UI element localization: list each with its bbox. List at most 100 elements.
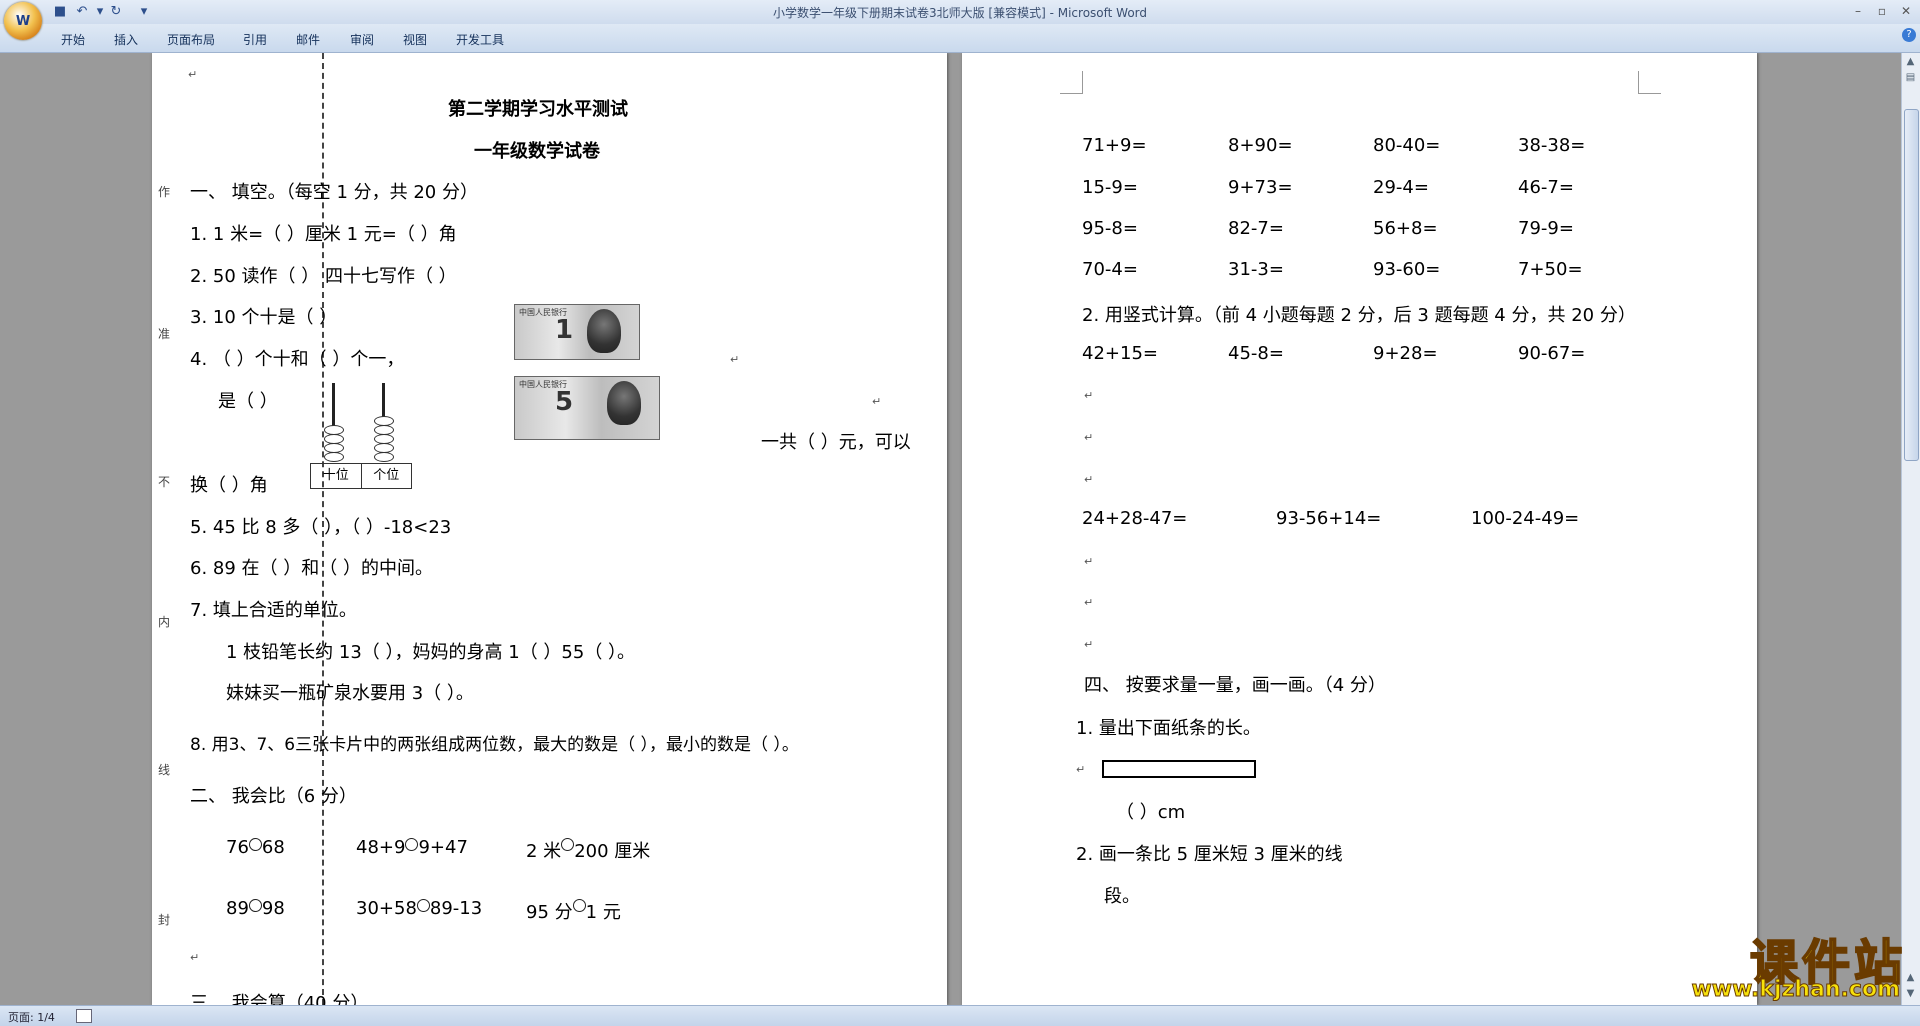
banknote-value: 5: [555, 387, 574, 417]
paragraph-mark-icon: ↵: [188, 68, 198, 81]
calc-item: 80-40=: [1373, 135, 1441, 156]
scroll-up-icon[interactable]: ▲: [1904, 55, 1917, 69]
question-text: 是（ ）: [218, 391, 278, 412]
calc-item: 7+50=: [1518, 259, 1583, 280]
status-bar: 页面: 1/4: [0, 1005, 1920, 1026]
calc-item: 15-9=: [1082, 177, 1138, 198]
question-text: 7. 填上合适的单位。: [190, 600, 357, 621]
abacus-bead: [324, 452, 344, 462]
question-text: 2. 用竖式计算。（前 4 小题每题 2 分，后 3 题每题 4 分，共 20 …: [1082, 305, 1636, 326]
compare-left: 95 分: [526, 902, 573, 923]
tab-review[interactable]: 审阅: [350, 31, 374, 48]
compare-circle[interactable]: [248, 899, 262, 912]
compare-circle[interactable]: [248, 838, 262, 851]
compare-right: 200 厘米: [574, 841, 651, 862]
restore-icon[interactable]: ▫: [1872, 3, 1892, 19]
compare-item: 95 分 1 元: [526, 898, 621, 924]
paragraph-mark-icon: ↵: [1084, 389, 1094, 402]
calc-item: 82-7=: [1228, 218, 1284, 239]
tab-insert[interactable]: 插入: [114, 31, 138, 48]
binding-label: 不: [158, 475, 171, 489]
compare-circle[interactable]: [572, 899, 586, 912]
proofing-icon[interactable]: [76, 1009, 92, 1023]
compare-item: 48+9 9+47: [356, 837, 468, 858]
calc-item: 38-38=: [1518, 135, 1586, 156]
margin-crop-mark: [1638, 71, 1661, 94]
page-subtitle: 一年级数学试卷: [474, 141, 600, 162]
office-button[interactable]: W: [4, 2, 42, 40]
compare-left: 48+9: [356, 837, 406, 858]
compare-left: 89: [226, 898, 249, 919]
abacus: 十位 个位: [310, 383, 412, 493]
calc-item: 56+8=: [1373, 218, 1438, 239]
paragraph-mark-icon: ↵: [1084, 555, 1094, 568]
compare-circle[interactable]: [416, 899, 430, 912]
question-text: 2. 画一条比 5 厘米短 3 厘米的线: [1076, 844, 1343, 865]
margin-crop-mark: [1060, 71, 1083, 94]
question-text: 妹妹买一瓶矿泉水要用 3（ ）。: [226, 683, 474, 704]
minimize-icon[interactable]: –: [1848, 3, 1868, 19]
compare-right: 1 元: [585, 902, 621, 923]
calc-item: 31-3=: [1228, 259, 1284, 280]
window-title: 小学数学一年级下册期末试卷3北师大版 [兼容模式] - Microsoft Wo…: [772, 6, 1148, 20]
tab-references[interactable]: 引用: [243, 31, 267, 48]
calc-item: 100-24-49=: [1471, 508, 1580, 529]
scroll-thumb[interactable]: [1904, 109, 1919, 461]
calc-item: 29-4=: [1373, 177, 1429, 198]
compare-circle[interactable]: [561, 838, 575, 851]
document-page-2[interactable]: 71+9= 8+90= 80-40= 38-38= 15-9= 9+73= 29…: [962, 53, 1757, 1005]
question-text: 3. 10 个十是（ ）: [190, 307, 338, 328]
compare-right: 9+47: [418, 837, 468, 858]
binding-label: 封: [158, 913, 171, 927]
binding-label: 线: [158, 763, 171, 777]
compare-left: 76: [226, 837, 249, 858]
question-text: 5. 45 比 8 多（ ），（ ）-18<23: [190, 517, 452, 538]
answer-blank: （ ）cm: [1116, 802, 1186, 823]
compare-item: 2 米 200 厘米: [526, 837, 650, 863]
document-workspace: 作 准 不 内 线 封 ↵ 第二学期学习水平测试 一年级数学试卷 一、 填空。（…: [0, 53, 1902, 1005]
tab-view[interactable]: 视图: [403, 31, 427, 48]
calc-item: 9+73=: [1228, 177, 1293, 198]
calc-item: 45-8=: [1228, 343, 1284, 364]
question-text: 4. （ ）个十和（ ）个一，: [190, 349, 405, 370]
calc-item: 95-8=: [1082, 218, 1138, 239]
abacus-tens-label: 十位: [311, 464, 362, 488]
paragraph-mark-icon: ↵: [730, 353, 740, 366]
paragraph-mark-icon: ↵: [1084, 596, 1094, 609]
section-heading: 四、 按要求量一量，画一画。（4 分）: [1084, 675, 1386, 696]
paragraph-mark-icon: ↵: [1076, 763, 1086, 776]
binding-label: 作: [158, 185, 171, 199]
compare-item: 30+58 89-13: [356, 898, 482, 919]
binding-label: 内: [158, 615, 171, 629]
calc-item: 70-4=: [1082, 259, 1138, 280]
compare-right: 98: [261, 898, 285, 919]
paper-strip: [1102, 760, 1256, 778]
portrait-icon: [587, 309, 621, 353]
question-text: 段。: [1104, 886, 1140, 907]
abacus-base: 十位 个位: [310, 463, 412, 489]
abacus-bead: [374, 452, 394, 462]
page-indicator[interactable]: 页面: 1/4: [8, 1009, 55, 1025]
page-title: 第二学期学习水平测试: [448, 99, 628, 120]
help-icon[interactable]: ?: [1902, 28, 1916, 42]
calc-item: 24+28-47=: [1082, 508, 1188, 529]
tab-home[interactable]: 开始: [61, 31, 85, 48]
tab-page-layout[interactable]: 页面布局: [167, 31, 215, 48]
tab-developer[interactable]: 开发工具: [456, 31, 504, 48]
calc-item: 90-67=: [1518, 343, 1586, 364]
compare-item: 76 68: [226, 837, 285, 858]
paragraph-mark-icon: ↵: [1084, 431, 1094, 444]
document-page-1[interactable]: 作 准 不 内 线 封 ↵ 第二学期学习水平测试 一年级数学试卷 一、 填空。（…: [152, 53, 947, 1005]
paragraph-mark-icon: ↵: [1084, 473, 1094, 486]
question-text: 1. 量出下面纸条的长。: [1076, 718, 1261, 739]
portrait-icon: [607, 381, 641, 425]
calc-item: 79-9=: [1518, 218, 1574, 239]
tab-mailings[interactable]: 邮件: [296, 31, 320, 48]
vertical-scrollbar[interactable]: ▲ ▤ ▲ ▼: [1901, 53, 1920, 1005]
compare-circle[interactable]: [405, 838, 419, 851]
ruler-toggle-icon[interactable]: ▤: [1904, 71, 1917, 85]
banknote-value: 1: [555, 315, 574, 345]
calc-item: 8+90=: [1228, 135, 1293, 156]
section-heading: 三、 我会算（40 分）: [190, 993, 369, 1005]
close-icon[interactable]: ✕: [1896, 3, 1916, 19]
